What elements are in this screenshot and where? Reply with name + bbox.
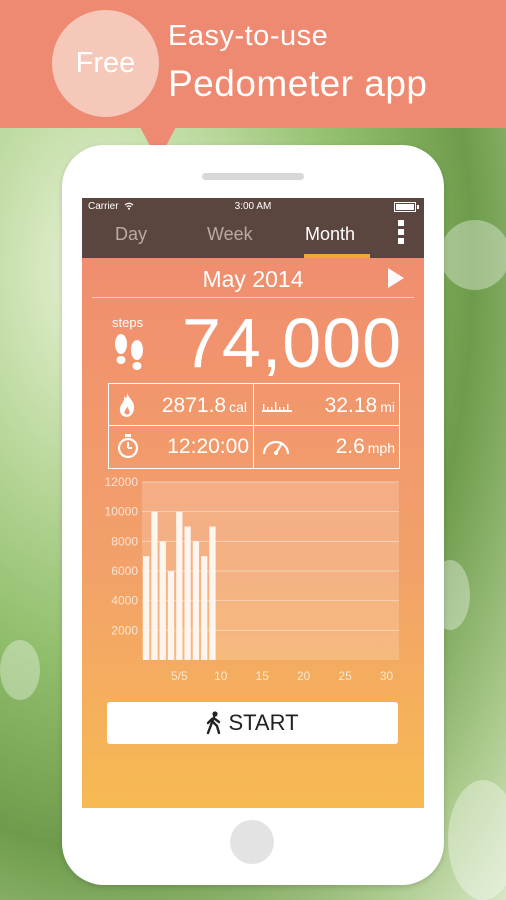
speedometer-icon xyxy=(262,440,290,455)
chart-bar xyxy=(176,511,183,660)
phone-speaker xyxy=(202,173,304,180)
more-menu-icon[interactable] xyxy=(398,220,404,248)
x-tick-label: 25 xyxy=(338,669,352,683)
ruler-icon xyxy=(262,402,292,412)
chart-bar xyxy=(201,556,208,660)
battery-icon xyxy=(394,202,419,212)
background-bokeh xyxy=(0,640,40,700)
x-tick-label: 10 xyxy=(214,669,228,683)
chart-bar xyxy=(184,526,191,660)
phone-home-button[interactable] xyxy=(230,820,274,864)
period-tab-bar: Day Week Month xyxy=(82,215,424,258)
background-bokeh xyxy=(440,220,506,290)
y-tick-label: 10000 xyxy=(105,505,139,519)
calories-value: 2871.8 cal xyxy=(161,394,247,417)
steps-label: steps xyxy=(112,315,144,330)
status-bar: Carrier 3:00 AM xyxy=(82,198,424,215)
y-tick-label: 6000 xyxy=(111,564,138,578)
distance-value: 32.18 mi xyxy=(324,394,395,417)
monthly-steps-chart: 12000 10000 8000 6000 4000 2000 5/5 10 15 20 25 30 xyxy=(105,475,399,683)
x-tick-label: 5/5 xyxy=(171,669,188,683)
period-title: May 2014 xyxy=(202,266,304,292)
x-tick-label: 20 xyxy=(297,669,311,683)
chart-bar xyxy=(209,526,216,660)
y-tick-label: 4000 xyxy=(111,594,138,608)
tagline-line2: Pedometer app xyxy=(168,63,428,104)
phone-frame: Carrier 3:00 AM Day Week Month May 2014 … xyxy=(62,145,444,885)
chart-bar xyxy=(159,541,166,660)
header-divider xyxy=(92,297,414,298)
y-tick-label: 12000 xyxy=(105,475,139,489)
flame-icon xyxy=(119,393,135,417)
steps-count: 74,000 xyxy=(182,304,403,382)
background-bokeh xyxy=(448,780,506,900)
y-tick-label: 2000 xyxy=(111,623,138,637)
chart-bar xyxy=(192,541,200,660)
speed-value: 2.6 mph xyxy=(335,435,395,458)
stats-grid: 2871.8 cal 32.18 mi 12:20:00 2.6 mph xyxy=(108,383,400,469)
stopwatch-icon xyxy=(117,434,139,459)
duration-value: 12:20:00 xyxy=(167,435,249,458)
chart-bar xyxy=(167,571,175,660)
walking-person-icon xyxy=(207,711,221,735)
active-tab-indicator xyxy=(304,254,370,258)
footprints-icon xyxy=(115,334,143,370)
tab-month[interactable]: Month xyxy=(305,224,355,245)
status-time: 3:00 AM xyxy=(234,201,272,212)
tagline-line1: Easy-to-use xyxy=(168,20,329,52)
next-period-arrow-icon[interactable] xyxy=(388,268,404,288)
x-tick-label: 15 xyxy=(256,669,270,683)
start-button-label: START xyxy=(228,710,299,735)
x-tick-label: 30 xyxy=(380,669,394,683)
tab-day[interactable]: Day xyxy=(115,224,147,245)
app-screen: Carrier 3:00 AM Day Week Month May 2014 … xyxy=(82,198,424,808)
free-badge: Free xyxy=(52,10,159,117)
chart-bar xyxy=(151,511,158,660)
chart-bar xyxy=(143,556,150,660)
start-button[interactable]: START xyxy=(107,702,398,744)
tab-week[interactable]: Week xyxy=(207,224,253,245)
y-tick-label: 8000 xyxy=(111,534,138,548)
